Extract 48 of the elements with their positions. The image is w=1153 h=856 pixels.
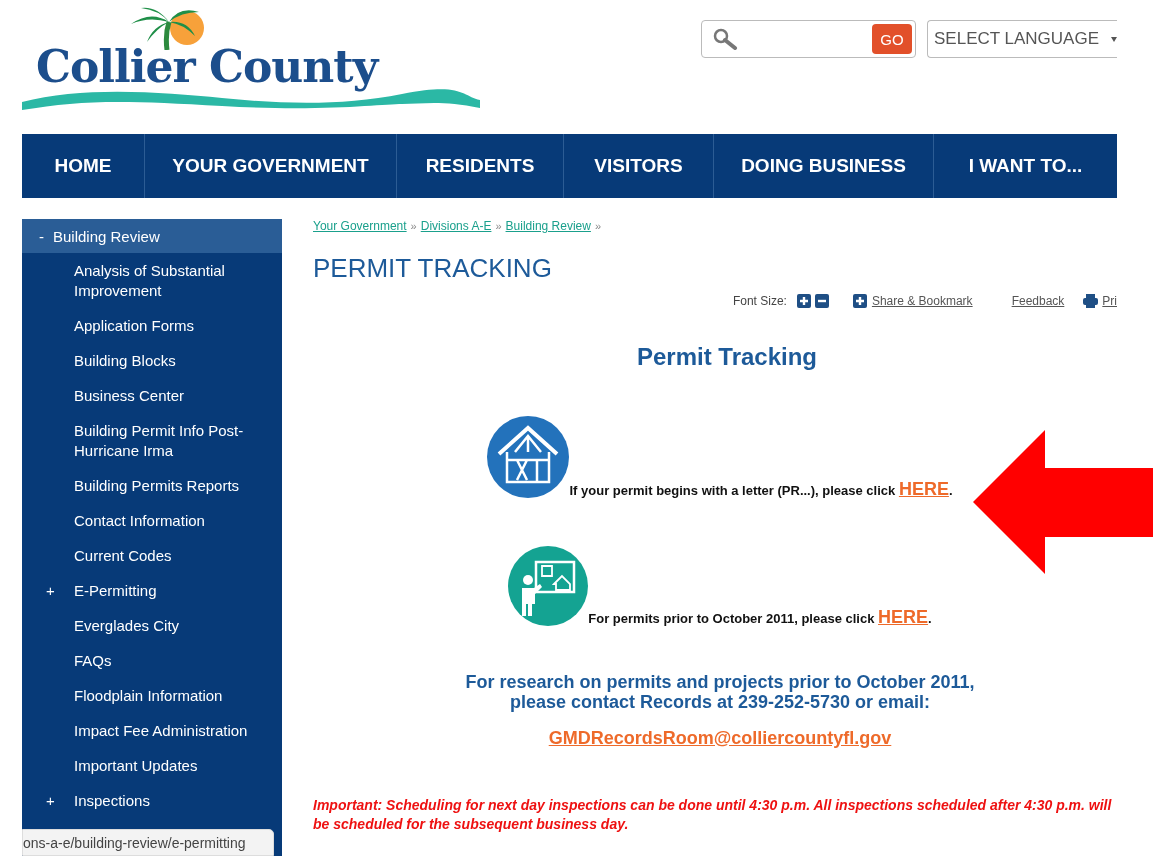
house-frame-icon [487,416,570,498]
go-button[interactable]: GO [872,24,912,54]
logo-text[interactable]: Collier County [36,42,378,92]
nav-tab[interactable]: DOING BUSINESS [714,134,934,198]
notice-text: Important: Scheduling for next day inspections can be done until 4:30 p.m. All inspections scheduled after 4:30 p.m. will be scheduled for the subsequent business day. [313,796,1113,834]
nav-tab[interactable]: I WANT TO... [934,134,1117,198]
sidebar-item[interactable]: Building Permit Info Post-Hurricane Irma [22,413,282,468]
breadcrumb-separator: » [410,220,417,232]
research-text: please contact Records at 239-252-5730 or email: [508,692,932,712]
sidebar-item[interactable]: Building Permits Reports [22,468,282,503]
caret-icon [1111,36,1117,42]
sidebar-item[interactable]: Business Center [22,378,282,413]
sidebar-item[interactable]: Impact Fee Administration [22,713,282,748]
minus-icon[interactable] [814,294,829,308]
nav-tab[interactable]: HOME [22,134,145,198]
breadcrumb-separator: » [594,220,602,232]
font-size-label: Font Size: [732,294,787,308]
research-text: For research on permits and projects prior to October 2011, [464,672,976,692]
sidebar-item[interactable]: + Inspections [22,783,282,818]
plus-icon[interactable] [796,294,811,308]
nav-tab[interactable]: YOUR GOVERNMENT [145,134,397,198]
sidebar-item[interactable]: Contact Information [22,503,282,538]
sidebar-item[interactable]: Everglades City [22,608,282,643]
instruction-text: If your permit begins with a letter (PR...), please click HERE. [569,479,953,500]
nav-tab[interactable]: VISITORS [564,134,714,198]
sidebar-item[interactable]: - Building Review [22,219,282,253]
sidebar-item[interactable]: + E-Permitting [22,573,282,608]
instruction-text: For permits prior to October 2011, please click HERE. [588,607,932,628]
sidebar-item[interactable]: Application Forms [22,308,282,343]
breadcrumb-separator: » [495,220,502,232]
status-url: ons-a-e/building-review/e-permitting [22,829,274,856]
nav-tab[interactable]: RESIDENTS [397,134,564,198]
presenter-board-icon [508,546,589,626]
search-icon [712,28,738,50]
sidebar-item[interactable]: Analysis of Substantial Improvement [22,253,282,308]
section-heading: Permit Tracking [635,343,819,371]
plus-icon [852,294,867,308]
sidebar-item[interactable]: Building Blocks [22,343,282,378]
sidebar-item[interactable]: Current Codes [22,538,282,573]
page-title: PERMIT TRACKING [313,253,553,284]
sidebar-item[interactable]: Floodplain Information [22,678,282,713]
print-link[interactable]: Pri [1102,294,1117,308]
search-field[interactable]: GO [701,20,916,58]
feedback-link[interactable]: Feedback [1011,294,1065,308]
share-link[interactable]: Share & Bookmark [871,294,973,308]
sidebar-item[interactable]: Important Updates [22,748,282,783]
sidebar-item[interactable]: FAQs [22,643,282,678]
language-select[interactable]: SELECT LANGUAGE [927,20,1117,58]
